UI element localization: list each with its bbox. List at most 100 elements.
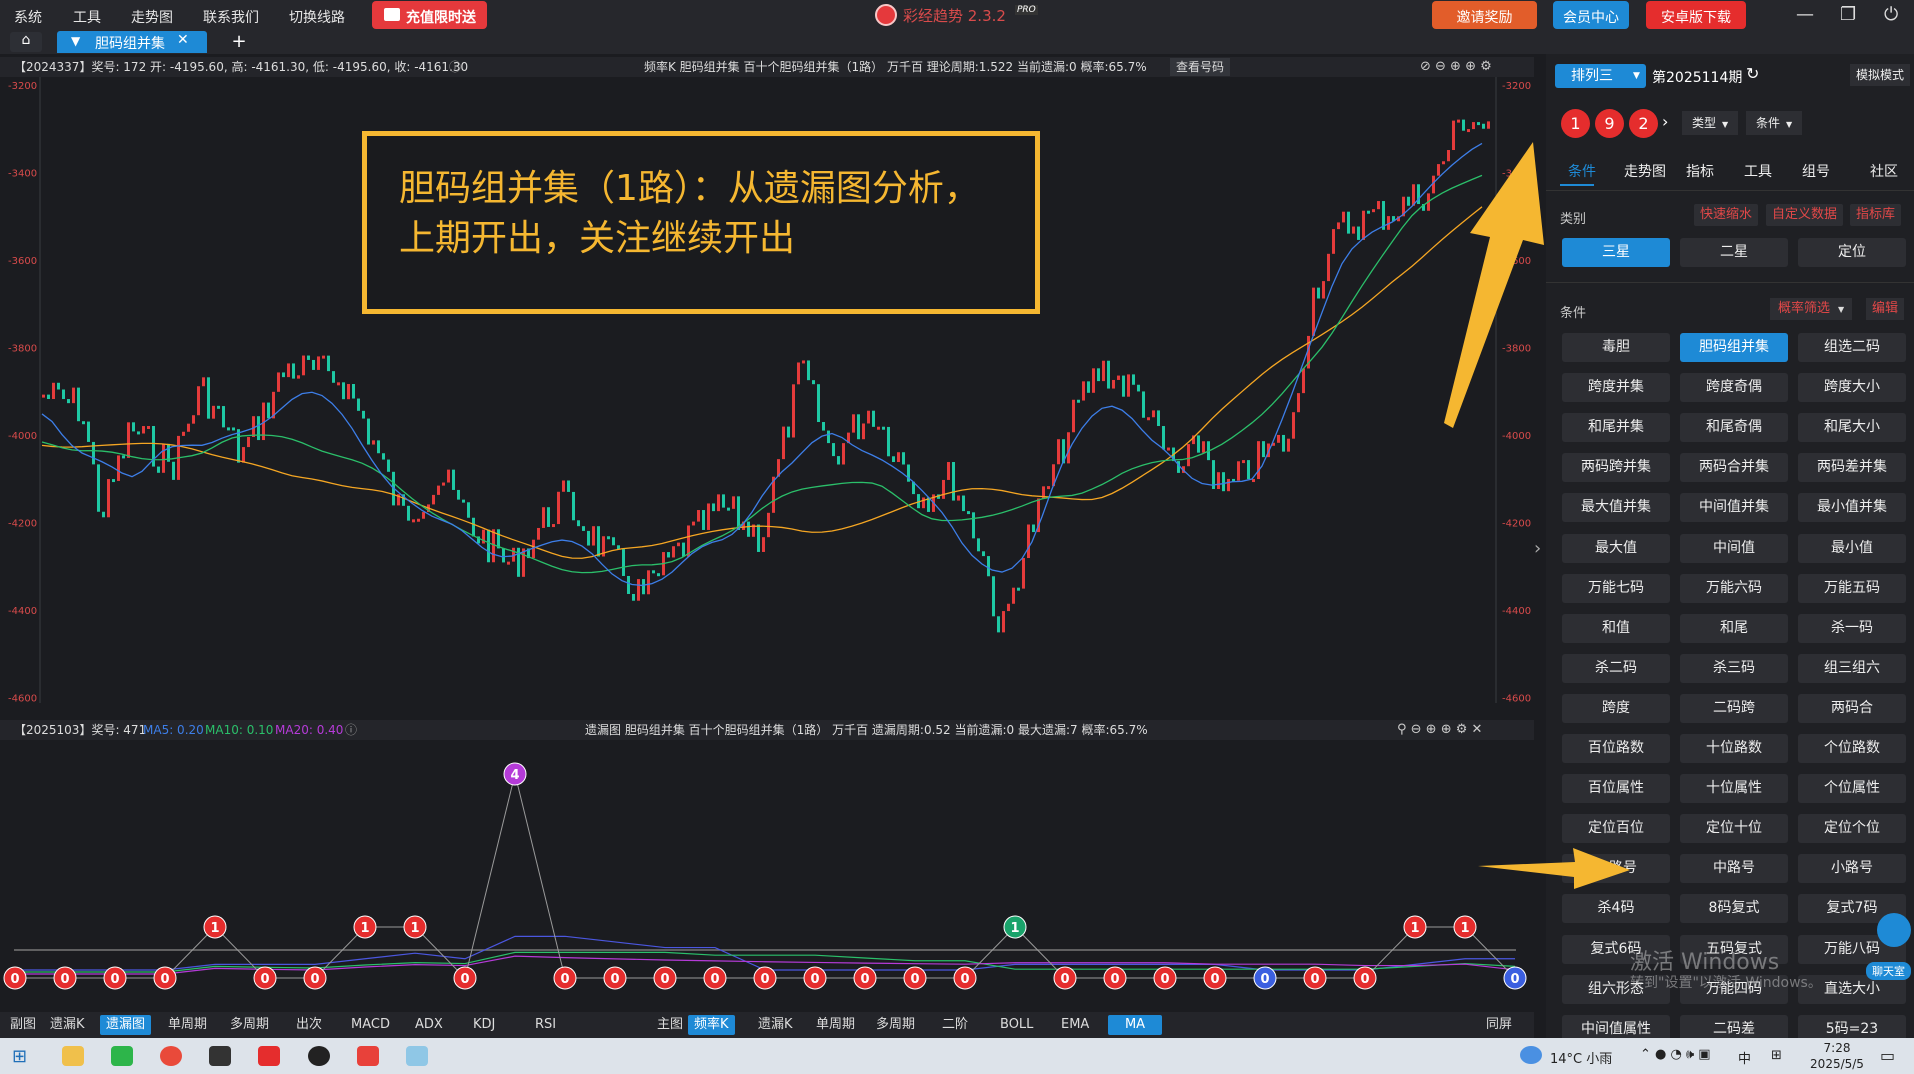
tab-community[interactable]: 社区 [1870, 161, 1898, 181]
chat-bubble-icon[interactable] [1877, 913, 1911, 947]
condition-button[interactable]: 杀三码 [1680, 653, 1788, 683]
view-numbers-button[interactable]: 查看号码 [1170, 58, 1231, 76]
add-tab-icon[interactable]: + [224, 32, 254, 52]
condition-button[interactable]: 小路号 [1798, 854, 1906, 884]
minimize-icon[interactable]: — [1796, 4, 1814, 25]
bottom-toolbar-icons[interactable]: ⚲ ⊖ ⊕ ⊕ ⚙ ✕ [1397, 720, 1482, 740]
close-tab-icon[interactable]: ✕ [177, 32, 189, 48]
close-window-icon[interactable]: ⏻ [1884, 4, 1898, 25]
mainchart-multi-period[interactable]: 多周期 [870, 1015, 921, 1035]
omission-chart[interactable]: 0 0 0 0 1 0 0 1 1 0 4 0 0 0 0 0 0 0 0 0 1 0 0 0 0 0 0 0 1 1 0 [0, 740, 1534, 1012]
android-download-button[interactable]: 安卓版下载 [1646, 1, 1746, 29]
weather-icon[interactable] [1520, 1046, 1542, 1064]
menu-contact[interactable]: 联系我们 [203, 7, 259, 27]
clock-date[interactable]: 2025/5/5 [1804, 1057, 1870, 1071]
category-position[interactable]: 定位 [1798, 238, 1906, 267]
chevron-right-icon[interactable]: › [1662, 112, 1668, 131]
condition-button[interactable]: 定位百位 [1562, 814, 1670, 844]
subchart-single-period[interactable]: 单周期 [162, 1015, 213, 1035]
type-select[interactable]: 类型 ▼ [1682, 111, 1738, 135]
invite-button[interactable]: 邀请奖励 [1432, 1, 1537, 29]
condition-button[interactable]: 百位路数 [1562, 734, 1670, 763]
condition-button[interactable]: 两码合并集 [1680, 453, 1788, 483]
condition-button[interactable]: 跨度 [1562, 693, 1670, 723]
tab-tools[interactable]: 工具 [1744, 161, 1772, 181]
condition-button[interactable]: 定位个位 [1798, 814, 1906, 844]
condition-button[interactable]: 定位十位 [1680, 814, 1788, 844]
ime-mode-icon[interactable]: ⊞ [1771, 1048, 1782, 1063]
mainchart-ma[interactable]: MA [1108, 1015, 1162, 1035]
subchart-occurrence[interactable]: 出次 [290, 1015, 328, 1035]
condition-button[interactable]: 两码跨并集 [1562, 453, 1670, 483]
subchart-omission-k[interactable]: 遗漏K [44, 1015, 91, 1035]
condition-button[interactable]: 两码合 [1798, 693, 1906, 723]
tab-trend[interactable]: 走势图 [1624, 161, 1666, 181]
condition-button[interactable]: 胆码组并集 [1680, 333, 1788, 362]
collapse-arrow-icon[interactable]: › [1534, 538, 1541, 559]
home-icon[interactable]: ⌂ [10, 32, 42, 52]
help-icon[interactable]: ⓘ [345, 720, 357, 740]
condition-button[interactable]: 最小值并集 [1798, 493, 1906, 523]
condition-button[interactable]: 和尾并集 [1562, 413, 1670, 443]
mainchart-omission-k[interactable]: 遗漏K [752, 1015, 799, 1035]
condition-button[interactable]: 杀一码 [1798, 613, 1906, 643]
condition-button[interactable]: 百位属性 [1562, 774, 1670, 804]
condition-button[interactable]: 组三组六 [1798, 653, 1906, 683]
condition-button[interactable]: 两码差并集 [1798, 453, 1906, 483]
restore-icon[interactable]: ❐ [1840, 4, 1856, 25]
mainchart-second-order[interactable]: 二阶 [936, 1015, 974, 1035]
condition-button[interactable]: 二码跨 [1680, 693, 1788, 723]
condition-button[interactable]: 毒胆 [1562, 333, 1670, 362]
condition-button[interactable]: 最小值 [1798, 533, 1906, 563]
condition-button[interactable]: 8码复式 [1680, 894, 1788, 924]
sync-screen-button[interactable]: 同屏 [1480, 1015, 1518, 1035]
member-center-button[interactable]: 会员中心 [1553, 1, 1629, 29]
tab-indicators[interactable]: 指标 [1686, 161, 1714, 181]
wechat-icon[interactable] [111, 1046, 133, 1066]
chart-toolbar-icons[interactable]: ⊘ ⊖ ⊕ ⊕ ⚙ [1420, 57, 1492, 77]
mainchart-frequency-k[interactable]: 频率K [688, 1015, 735, 1035]
condition-button[interactable]: 和尾 [1680, 613, 1788, 643]
quick-shrink-button[interactable]: 快速缩水 [1694, 204, 1759, 226]
condition-button[interactable]: 和尾奇偶 [1680, 413, 1788, 443]
browser-icon[interactable] [160, 1046, 182, 1066]
subchart-rsi[interactable]: RSI [529, 1015, 562, 1035]
condition-button[interactable]: 中路号 [1680, 854, 1788, 884]
subchart-macd[interactable]: MACD [345, 1015, 396, 1035]
condition-button[interactable]: 跨度奇偶 [1680, 373, 1788, 403]
tray-icons[interactable]: ⌃ ● ◔ 🕪 ▣ [1640, 1047, 1711, 1062]
tab-danma[interactable]: ▼ 胆码组并集 ✕ [57, 31, 207, 53]
mainchart-ema[interactable]: EMA [1055, 1015, 1095, 1035]
condition-button[interactable]: 中间值 [1680, 533, 1788, 563]
subchart-multi-period[interactable]: 多周期 [224, 1015, 275, 1035]
file-explorer-icon[interactable] [62, 1046, 84, 1066]
condition-button[interactable]: 十位路数 [1680, 734, 1788, 763]
mainchart-single-period[interactable]: 单周期 [810, 1015, 861, 1035]
condition-button[interactable]: 中间值并集 [1680, 493, 1788, 523]
condition-button[interactable]: 和值 [1562, 613, 1670, 643]
caijing-app-icon[interactable] [258, 1046, 280, 1066]
chat-room-label[interactable]: 聊天室 [1866, 962, 1911, 980]
probability-filter-select[interactable]: 概率筛选 ▼ [1770, 298, 1853, 320]
mainchart-boll[interactable]: BOLL [994, 1015, 1039, 1035]
notification-icon[interactable]: ▭ [1880, 1046, 1895, 1065]
condition-button[interactable]: 十位属性 [1680, 774, 1788, 804]
condition-button[interactable]: 万能五码 [1798, 573, 1906, 603]
edit-button[interactable]: 编辑 [1866, 298, 1905, 320]
refresh-icon[interactable]: ↻ [1746, 64, 1759, 83]
condition-button[interactable]: 跨度大小 [1798, 373, 1906, 403]
custom-data-button[interactable]: 自定义数据 [1766, 204, 1844, 226]
help-icon[interactable]: ⓘ [449, 57, 461, 77]
subchart-kdj[interactable]: KDJ [467, 1015, 501, 1035]
menu-system[interactable]: 系统 [14, 7, 42, 27]
wps-icon[interactable] [357, 1046, 379, 1066]
qq-icon[interactable] [308, 1046, 330, 1066]
condition-button[interactable]: 个位属性 [1798, 774, 1906, 804]
simulation-mode-button[interactable]: 模拟模式 [1850, 64, 1911, 86]
condition-button[interactable]: 杀二码 [1562, 653, 1670, 683]
ime-indicator[interactable]: 中 [1738, 1048, 1751, 1067]
menu-switch-line[interactable]: 切换线路 [289, 7, 345, 27]
condition-button[interactable]: 杀4码 [1562, 894, 1670, 924]
condition-select[interactable]: 条件 ▼ [1746, 111, 1802, 135]
condition-button[interactable]: 最大值并集 [1562, 493, 1670, 523]
